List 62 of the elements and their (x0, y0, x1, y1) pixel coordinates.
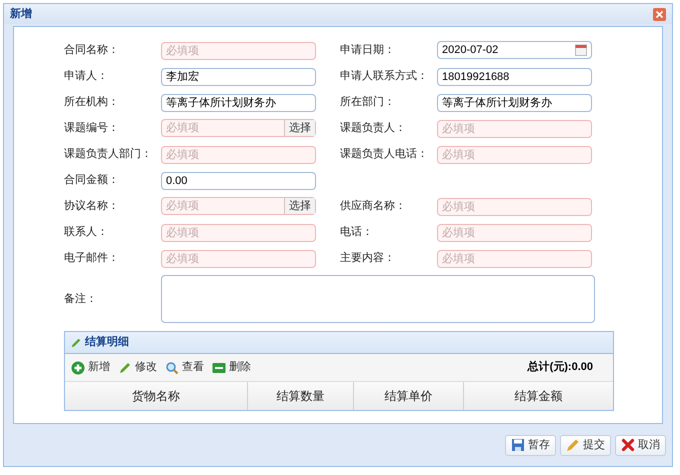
select-field[interactable]: 必填项 选择 (161, 197, 316, 215)
input-field[interactable]: 必填项 (161, 146, 316, 164)
select-button[interactable]: 选择 (284, 198, 315, 214)
field-label: 主要内容： (340, 250, 396, 266)
toolbar-button[interactable]: 删除 (212, 359, 251, 376)
pencil-icon (70, 336, 82, 348)
field-label: 申请人联系方式： (340, 68, 429, 84)
toolbar-button[interactable]: 修改 (118, 359, 157, 376)
close-icon (621, 438, 635, 452)
field-label: 所在部门： (340, 94, 396, 110)
input-field[interactable]: 必填项 (437, 250, 592, 268)
footer-button[interactable]: 取消 (615, 434, 666, 456)
input-field[interactable]: 18019921688 (437, 68, 592, 86)
select-field[interactable]: 必填项 选择 (161, 119, 316, 137)
pencil-icon (118, 360, 132, 374)
input-field[interactable]: 必填项 (161, 42, 316, 60)
footer-button[interactable]: 提交 (560, 434, 611, 456)
field-label: 合同金额： (64, 172, 120, 188)
field-label: 课题负责人电话： (340, 146, 429, 162)
window-title: 新增 (10, 6, 32, 22)
input-field[interactable]: 等离子体所计划财务办 (161, 94, 316, 112)
field-label: 课题负责人： (340, 120, 407, 136)
minus-icon (212, 362, 226, 374)
floppy-icon (511, 438, 525, 452)
column-header[interactable]: 结算金额 (464, 382, 613, 410)
input-field[interactable]: 必填项 (161, 250, 316, 268)
field-label: 协议名称： (64, 198, 120, 214)
field-label: 联系人： (64, 224, 109, 240)
calendar-icon[interactable] (575, 44, 587, 56)
toolbar-button[interactable]: 查看 (165, 359, 204, 376)
panel-title: 结算明细 (85, 334, 129, 350)
field-label: 申请日期： (340, 42, 396, 58)
date-field[interactable]: 2020-07-02 (437, 41, 592, 59)
close-button[interactable] (653, 8, 666, 20)
input-field[interactable]: 等离子体所计划财务办 (437, 94, 592, 112)
select-button[interactable]: 选择 (284, 120, 315, 136)
field-label: 所在机构： (64, 94, 120, 110)
pencil-icon (566, 438, 580, 452)
field-label: 合同名称： (64, 42, 120, 58)
input-field[interactable]: 必填项 (437, 120, 592, 138)
field-label: 申请人： (64, 68, 109, 84)
plus-icon (71, 360, 85, 374)
remarks-field[interactable] (161, 275, 595, 323)
input-field[interactable]: 李加宏 (161, 68, 316, 86)
input-field[interactable]: 必填项 (437, 198, 592, 216)
field-label: 课题负责人部门： (64, 146, 153, 162)
field-label: 备注： (64, 292, 98, 307)
column-header[interactable]: 结算数量 (248, 382, 354, 410)
column-header[interactable]: 货物名称 (65, 382, 248, 410)
field-label: 电子邮件： (64, 250, 120, 266)
search-icon (165, 360, 179, 374)
input-field[interactable]: 必填项 (161, 224, 316, 242)
input-field[interactable]: 0.00 (161, 172, 316, 190)
field-label: 供应商名称： (340, 198, 407, 214)
footer-button[interactable]: 暂存 (505, 434, 556, 456)
column-header[interactable]: 结算单价 (354, 382, 464, 410)
field-label: 课题编号： (64, 120, 120, 136)
total-text: 总计(元):0.00 (528, 360, 594, 376)
input-field[interactable]: 必填项 (437, 224, 592, 242)
toolbar-button[interactable]: 新增 (71, 359, 110, 376)
field-label: 电话： (340, 224, 374, 240)
input-field[interactable]: 必填项 (437, 146, 592, 164)
